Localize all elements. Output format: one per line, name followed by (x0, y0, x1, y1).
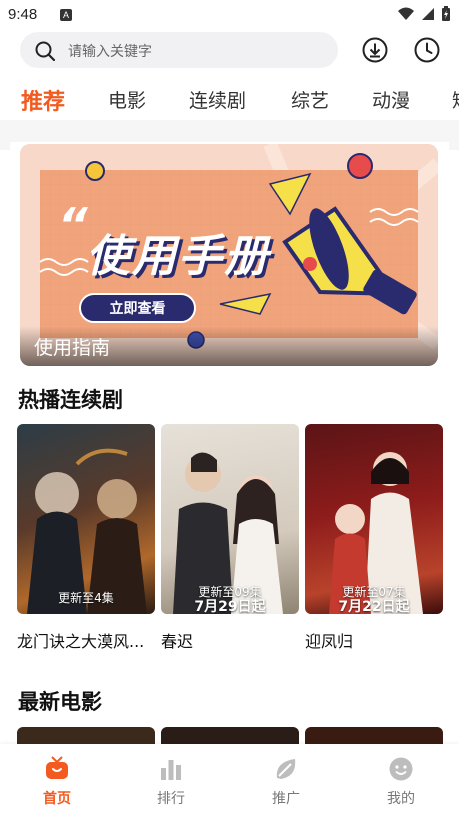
search-bar[interactable]: 请输入关键字 (20, 32, 338, 68)
poster-update-badge: 更新至4集 (58, 591, 114, 605)
signal-icon (422, 8, 434, 20)
poster-title[interactable]: 迎凤归 (305, 628, 445, 652)
banner-quote-mark: “ (58, 198, 88, 252)
home-tv-icon (46, 756, 68, 779)
bar-chart-icon (161, 760, 181, 780)
tab-series[interactable]: 连续剧 (189, 86, 246, 113)
wifi-icon (398, 7, 414, 20)
tab-short[interactable]: 短 (452, 86, 459, 113)
nav-promote[interactable]: 推广 (229, 744, 343, 816)
poster-release-date: 7月29日起 (194, 599, 266, 614)
tab-recommend[interactable]: 推荐 (21, 86, 65, 116)
nav-home[interactable]: 首页 (0, 744, 114, 816)
share-leaf-icon (276, 759, 296, 779)
poster-release-date: 7月22日起 (338, 599, 410, 614)
poster-art (27, 448, 147, 614)
poster-title[interactable]: 春迟 (161, 628, 301, 652)
poster-title[interactable]: 龙门诀之大漠风... (17, 628, 157, 652)
notification-badge: A (60, 9, 72, 21)
poster-card[interactable]: 更新至07集 7月22日起 (305, 424, 443, 614)
nav-home-label: 首页 (43, 791, 71, 807)
banner-cta-button[interactable]: 立即查看 (80, 298, 195, 318)
banner-carousel[interactable]: “ 使用手册 立即查看 使用指南 (20, 144, 438, 366)
banner-caption-text: 使用指南 (34, 337, 111, 359)
profile-face-icon (389, 757, 413, 781)
status-time: 9:48 (8, 6, 38, 23)
nav-ranking[interactable]: 排行 (114, 744, 228, 816)
nav-promote-label: 推广 (272, 791, 300, 807)
history-clock-icon[interactable] (414, 37, 440, 63)
search-input[interactable]: 请输入关键字 (68, 41, 152, 61)
poster-card[interactable]: 更新至4集 (17, 424, 155, 614)
download-icon[interactable] (362, 37, 388, 63)
system-icons (397, 6, 451, 22)
status-bar: 9:48 A (0, 0, 459, 30)
nav-ranking-label: 排行 (157, 791, 185, 807)
nav-profile-label: 我的 (387, 791, 415, 807)
hot-series-title: 热播连续剧 (18, 388, 123, 412)
banner-headline: 使用手册 (86, 231, 270, 282)
bottom-navigation: 首页 排行 推广 我的 (0, 744, 459, 816)
search-icon (35, 41, 56, 62)
new-movies-title: 最新电影 (18, 690, 102, 714)
banner-caption: 使用指南 (20, 326, 438, 366)
battery-icon (442, 6, 450, 21)
tab-anime[interactable]: 动漫 (372, 86, 410, 113)
tab-variety[interactable]: 综艺 (291, 86, 329, 113)
poster-card[interactable]: 更新至09集 7月29日起 (161, 424, 299, 614)
tab-movies[interactable]: 电影 (108, 86, 146, 113)
category-tabs: 推荐 电影 连续剧 综艺 动漫 短 (0, 86, 459, 126)
nav-profile[interactable]: 我的 (344, 744, 458, 816)
banner-container: “ 使用手册 立即查看 使用指南 (10, 142, 449, 370)
